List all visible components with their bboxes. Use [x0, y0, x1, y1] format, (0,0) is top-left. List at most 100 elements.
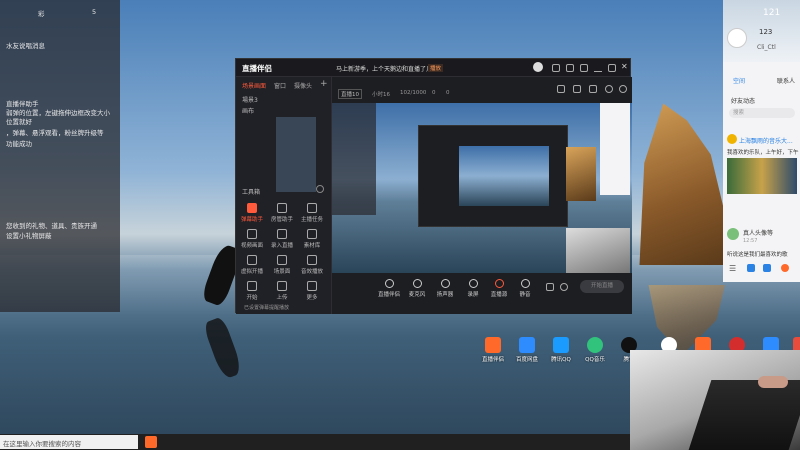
add-scene-icon[interactable]: +: [320, 79, 328, 89]
skin-icon[interactable]: [552, 64, 560, 72]
chat-line: 设置小礼物屏蔽: [6, 232, 52, 240]
video-icon: [247, 229, 257, 239]
avatar[interactable]: [727, 28, 747, 48]
post-author[interactable]: 真人头像等: [743, 228, 773, 237]
avatar[interactable]: [533, 62, 543, 72]
more-button[interactable]: 更多: [300, 281, 324, 301]
record-icon: [277, 229, 287, 239]
post-image[interactable]: [727, 158, 797, 194]
danmu-icon: [247, 203, 257, 213]
avatar[interactable]: [727, 134, 737, 144]
mic-icon: [412, 279, 422, 288]
scene-preview-thumb: [276, 117, 316, 192]
upload-button[interactable]: 上传: [270, 281, 294, 301]
material-icon: [307, 229, 317, 239]
stream-meta: 0: [446, 90, 450, 96]
screen-record-icon: [468, 279, 478, 288]
live-assistant-taskbar-icon[interactable]: [145, 436, 157, 448]
virtual-icon: [247, 255, 257, 265]
danmu-helper-button[interactable]: 弹幕助手: [240, 203, 264, 223]
feed-filter[interactable]: 好友动态: [731, 96, 755, 105]
post-author[interactable]: 上海飘雨的音乐大...: [739, 136, 793, 145]
app-logo: 直播伴侣: [242, 64, 272, 73]
post-text: 我喜欢的乐队，上午好，下午: [727, 150, 799, 156]
mic-control[interactable]: 麦克风: [404, 279, 430, 298]
speaker-control[interactable]: 扬声器: [432, 279, 458, 298]
message-icon[interactable]: [566, 64, 574, 72]
camera-toggle-icon[interactable]: [546, 283, 554, 291]
live-source-control[interactable]: 直播源: [486, 279, 512, 298]
avatar[interactable]: [727, 228, 739, 240]
host-task-button[interactable]: 主播任务: [300, 203, 324, 223]
chat-line: 水友说唱消息: [6, 42, 45, 50]
stream-meta[interactable]: 直播10: [338, 89, 362, 99]
social-panel: 121 123 Cli_Ctl 空间 联系人 好友动态 搜索 上海飘雨的音乐大.…: [723, 0, 800, 282]
live-assistant-window[interactable]: 直播伴侣 马上新游季，上个天鹅边和直播了几次 播放 ✕ 直播10 小时16 10…: [235, 58, 632, 314]
minimize-icon[interactable]: [594, 64, 602, 72]
menu-icon[interactable]: [580, 64, 588, 72]
tab-contacts[interactable]: 联系人: [777, 76, 795, 85]
scene-button[interactable]: 场景面: [270, 255, 294, 275]
manager-icon: [277, 203, 287, 213]
mute-control[interactable]: 静音: [512, 279, 538, 298]
start-tool-button[interactable]: 开始: [240, 281, 264, 301]
desktop-icon[interactable]: 百度网盘: [514, 337, 540, 363]
sound-icon: [307, 255, 317, 265]
screen-icon[interactable]: [589, 85, 597, 93]
header-count: 123: [759, 28, 773, 36]
share-icon[interactable]: [619, 85, 627, 93]
header-sub: Cli_Ctl: [757, 44, 776, 51]
close-icon[interactable]: ✕: [621, 62, 628, 71]
lock-icon[interactable]: [573, 85, 581, 93]
desktop-icon[interactable]: 直播伴侣: [480, 337, 506, 363]
title-tag[interactable]: 播放: [428, 64, 444, 72]
hand: [758, 376, 788, 388]
footer-note: 已设置弹幕提醒播放: [244, 305, 290, 311]
volume-icon: [520, 279, 530, 288]
tab-window[interactable]: 窗口: [274, 81, 286, 90]
tab-space[interactable]: 空间: [733, 76, 745, 85]
start-live-button[interactable]: 开始直播: [580, 280, 624, 293]
app-icon[interactable]: [781, 264, 789, 272]
mic-live-icon: [494, 279, 504, 288]
tab-camera[interactable]: 摄像头: [294, 81, 312, 90]
header-time: 121: [763, 8, 781, 18]
sound-effect-button[interactable]: 音效播放: [300, 255, 324, 275]
chat-overlay-panel: 彩 5 水友说唱消息 直播伴助手 弱弹的位置，左键拖伸边框改变大小 位置就好 ，…: [0, 0, 120, 312]
chat-line: 功能成功: [6, 140, 32, 148]
app-icon[interactable]: [763, 264, 771, 272]
room-manager-button[interactable]: 房管助手: [270, 203, 294, 223]
settings-icon[interactable]: [560, 283, 568, 291]
assistant-icon: [384, 279, 394, 288]
live-preview[interactable]: [332, 103, 632, 273]
toolbox-collapse-icon[interactable]: [316, 185, 324, 193]
scene-item[interactable]: 場景3: [242, 95, 258, 104]
desktop-icon[interactable]: 腾讯QQ: [548, 337, 574, 363]
scene-icon: [277, 255, 287, 265]
keyboard: [688, 380, 800, 450]
feed-search-input[interactable]: 搜索: [729, 108, 795, 118]
app-icon[interactable]: [747, 264, 755, 272]
assistant-control[interactable]: 直播伴侣: [376, 279, 402, 298]
screen-record-control[interactable]: 录屏: [460, 279, 486, 298]
qq-music-icon: [587, 337, 603, 353]
chat-line: ，弹幕、悬浮观看，粉丝牌升级等: [6, 129, 104, 137]
material-button[interactable]: 素材库: [300, 229, 324, 249]
maximize-icon[interactable]: [608, 64, 616, 72]
list-icon[interactable]: ☰: [729, 264, 736, 273]
cart-icon[interactable]: [557, 85, 565, 93]
video-frame-button[interactable]: 视频画面: [240, 229, 264, 249]
upload-icon: [277, 281, 287, 291]
record-button[interactable]: 录入直播: [270, 229, 294, 249]
tab-scene[interactable]: 场景画面: [242, 81, 266, 90]
chat-line: 位置就好: [6, 118, 32, 126]
chat-header-right: 5: [92, 8, 97, 16]
scene-item[interactable]: 画布: [242, 106, 254, 115]
chat-line: 您收到的礼物、道具、贵族开通: [6, 222, 97, 230]
desktop-icon[interactable]: QQ音乐: [582, 337, 608, 363]
stream-title[interactable]: 马上新游季，上个天鹅边和直播了几次: [336, 64, 438, 73]
virtual-live-button[interactable]: 虚拟开播: [240, 255, 264, 275]
post-time: 12:57: [743, 238, 758, 244]
taskbar-search-input[interactable]: 在这里输入你要搜索的内容: [0, 435, 138, 449]
bell-icon[interactable]: [605, 85, 613, 93]
